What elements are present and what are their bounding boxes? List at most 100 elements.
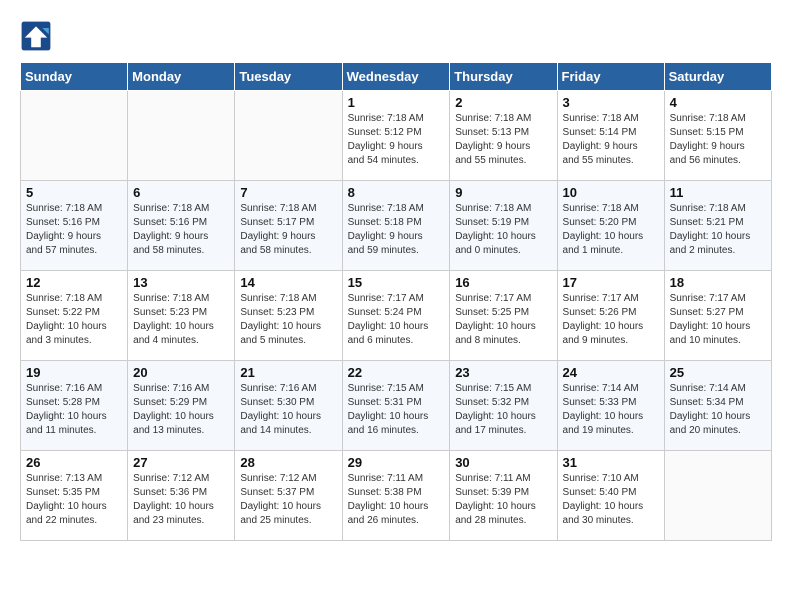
day-info: Sunrise: 7:13 AM Sunset: 5:35 PM Dayligh… (26, 472, 122, 528)
calendar-cell: 22 Sunrise: 7:15 AM Sunset: 5:31 PM Dayli… (342, 361, 450, 451)
day-number: 23 (455, 365, 551, 380)
day-info: Sunrise: 7:12 AM Sunset: 5:36 PM Dayligh… (133, 472, 229, 528)
calendar-cell: 23 Sunrise: 7:15 AM Sunset: 5:32 PM Dayli… (450, 361, 557, 451)
day-info: Sunrise: 7:15 AM Sunset: 5:31 PM Dayligh… (348, 382, 445, 438)
day-number: 3 (563, 95, 659, 110)
day-number: 16 (455, 275, 551, 290)
calendar-cell: 12Sunrise: 7:18 AM Sunset: 5:22 PM Dayli… (21, 271, 128, 361)
header-tuesday: Tuesday (235, 63, 342, 91)
day-number: 2 (455, 95, 551, 110)
calendar-cell: 3 Sunrise: 7:18 AM Sunset: 5:14 PM Daylig… (557, 91, 664, 181)
header-thursday: Thursday (450, 63, 557, 91)
day-info: Sunrise: 7:18 AM Sunset: 5:17 PM Dayligh… (240, 202, 336, 258)
day-number: 20 (133, 365, 229, 380)
header-sunday: Sunday (21, 63, 128, 91)
header-saturday: Saturday (664, 63, 771, 91)
day-info: Sunrise: 7:10 AM Sunset: 5:40 PM Dayligh… (563, 472, 659, 528)
calendar-cell: 2 Sunrise: 7:18 AM Sunset: 5:13 PM Daylig… (450, 91, 557, 181)
page-header (20, 20, 772, 52)
day-number: 25 (670, 365, 766, 380)
calendar-cell: 20 Sunrise: 7:16 AM Sunset: 5:29 PM Dayli… (128, 361, 235, 451)
day-number: 7 (240, 185, 336, 200)
day-info: Sunrise: 7:18 AM Sunset: 5:20 PM Dayligh… (563, 202, 659, 258)
calendar-week-4: 19 Sunrise: 7:16 AM Sunset: 5:28 PM Dayli… (21, 361, 772, 451)
calendar-cell: 13 Sunrise: 7:18 AM Sunset: 5:23 PM Dayli… (128, 271, 235, 361)
calendar-cell: 16 Sunrise: 7:17 AM Sunset: 5:25 PM Dayli… (450, 271, 557, 361)
day-number: 12 (26, 275, 122, 290)
calendar-cell: 17Sunrise: 7:17 AM Sunset: 5:26 PM Dayli… (557, 271, 664, 361)
calendar-cell: 4 Sunrise: 7:18 AM Sunset: 5:15 PM Daylig… (664, 91, 771, 181)
day-info: Sunrise: 7:12 AM Sunset: 5:37 PM Dayligh… (240, 472, 336, 528)
day-number: 9 (455, 185, 551, 200)
day-info: Sunrise: 7:18 AM Sunset: 5:18 PM Dayligh… (348, 202, 445, 258)
day-number: 6 (133, 185, 229, 200)
day-number: 15 (348, 275, 445, 290)
day-number: 27 (133, 455, 229, 470)
day-number: 13 (133, 275, 229, 290)
day-info: Sunrise: 7:18 AM Sunset: 5:21 PM Dayligh… (670, 202, 766, 258)
calendar-cell: 30Sunrise: 7:11 AM Sunset: 5:39 PM Dayli… (450, 451, 557, 541)
calendar-cell: 18 Sunrise: 7:17 AM Sunset: 5:27 PM Dayli… (664, 271, 771, 361)
logo-icon (20, 20, 52, 52)
day-info: Sunrise: 7:18 AM Sunset: 5:12 PM Dayligh… (348, 112, 445, 168)
day-info: Sunrise: 7:18 AM Sunset: 5:15 PM Dayligh… (670, 112, 766, 168)
calendar-cell: 1 Sunrise: 7:18 AM Sunset: 5:12 PM Daylig… (342, 91, 450, 181)
calendar-week-2: 5 Sunrise: 7:18 AM Sunset: 5:16 PM Daylig… (21, 181, 772, 271)
day-number: 22 (348, 365, 445, 380)
day-number: 31 (563, 455, 659, 470)
calendar-week-1: 1 Sunrise: 7:18 AM Sunset: 5:12 PM Daylig… (21, 91, 772, 181)
calendar-cell: 27 Sunrise: 7:12 AM Sunset: 5:36 PM Dayli… (128, 451, 235, 541)
calendar-cell (128, 91, 235, 181)
day-info: Sunrise: 7:18 AM Sunset: 5:23 PM Dayligh… (240, 292, 336, 348)
day-number: 19 (26, 365, 122, 380)
calendar-cell: 26 Sunrise: 7:13 AM Sunset: 5:35 PM Dayli… (21, 451, 128, 541)
logo (20, 20, 56, 52)
calendar-cell (664, 451, 771, 541)
calendar-week-5: 26 Sunrise: 7:13 AM Sunset: 5:35 PM Dayli… (21, 451, 772, 541)
day-number: 1 (348, 95, 445, 110)
calendar-cell: 24 Sunrise: 7:14 AM Sunset: 5:33 PM Dayli… (557, 361, 664, 451)
day-number: 29 (348, 455, 445, 470)
calendar-cell: 29 Sunrise: 7:11 AM Sunset: 5:38 PM Dayli… (342, 451, 450, 541)
calendar-cell: 10 Sunrise: 7:18 AM Sunset: 5:20 PM Dayli… (557, 181, 664, 271)
calendar-cell: 8Sunrise: 7:18 AM Sunset: 5:18 PM Daylig… (342, 181, 450, 271)
day-info: Sunrise: 7:16 AM Sunset: 5:28 PM Dayligh… (26, 382, 122, 438)
calendar-table: SundayMondayTuesdayWednesdayThursdayFrid… (20, 62, 772, 541)
day-number: 21 (240, 365, 336, 380)
day-info: Sunrise: 7:17 AM Sunset: 5:24 PM Dayligh… (348, 292, 445, 348)
day-number: 18 (670, 275, 766, 290)
day-number: 10 (563, 185, 659, 200)
day-number: 14 (240, 275, 336, 290)
day-number: 5 (26, 185, 122, 200)
day-info: Sunrise: 7:17 AM Sunset: 5:26 PM Dayligh… (563, 292, 659, 348)
day-info: Sunrise: 7:18 AM Sunset: 5:16 PM Dayligh… (133, 202, 229, 258)
calendar-cell: 6 Sunrise: 7:18 AM Sunset: 5:16 PM Daylig… (128, 181, 235, 271)
day-info: Sunrise: 7:18 AM Sunset: 5:14 PM Dayligh… (563, 112, 659, 168)
day-info: Sunrise: 7:16 AM Sunset: 5:29 PM Dayligh… (133, 382, 229, 438)
day-number: 26 (26, 455, 122, 470)
calendar-cell: 7 Sunrise: 7:18 AM Sunset: 5:17 PM Daylig… (235, 181, 342, 271)
calendar-cell: 11Sunrise: 7:18 AM Sunset: 5:21 PM Dayli… (664, 181, 771, 271)
day-info: Sunrise: 7:18 AM Sunset: 5:23 PM Dayligh… (133, 292, 229, 348)
calendar-cell: 19 Sunrise: 7:16 AM Sunset: 5:28 PM Dayli… (21, 361, 128, 451)
day-number: 4 (670, 95, 766, 110)
day-number: 24 (563, 365, 659, 380)
day-info: Sunrise: 7:17 AM Sunset: 5:27 PM Dayligh… (670, 292, 766, 348)
day-info: Sunrise: 7:18 AM Sunset: 5:16 PM Dayligh… (26, 202, 122, 258)
calendar-cell: 25Sunrise: 7:14 AM Sunset: 5:34 PM Dayli… (664, 361, 771, 451)
day-info: Sunrise: 7:11 AM Sunset: 5:38 PM Dayligh… (348, 472, 445, 528)
calendar-cell: 15 Sunrise: 7:17 AM Sunset: 5:24 PM Dayli… (342, 271, 450, 361)
day-info: Sunrise: 7:15 AM Sunset: 5:32 PM Dayligh… (455, 382, 551, 438)
calendar-cell (21, 91, 128, 181)
day-info: Sunrise: 7:14 AM Sunset: 5:33 PM Dayligh… (563, 382, 659, 438)
calendar-cell: 9 Sunrise: 7:18 AM Sunset: 5:19 PM Daylig… (450, 181, 557, 271)
header-friday: Friday (557, 63, 664, 91)
day-number: 30 (455, 455, 551, 470)
day-info: Sunrise: 7:17 AM Sunset: 5:25 PM Dayligh… (455, 292, 551, 348)
day-info: Sunrise: 7:18 AM Sunset: 5:13 PM Dayligh… (455, 112, 551, 168)
calendar-week-3: 12Sunrise: 7:18 AM Sunset: 5:22 PM Dayli… (21, 271, 772, 361)
day-number: 28 (240, 455, 336, 470)
day-info: Sunrise: 7:18 AM Sunset: 5:19 PM Dayligh… (455, 202, 551, 258)
calendar-cell: 28 Sunrise: 7:12 AM Sunset: 5:37 PM Dayli… (235, 451, 342, 541)
calendar-header-row: SundayMondayTuesdayWednesdayThursdayFrid… (21, 63, 772, 91)
